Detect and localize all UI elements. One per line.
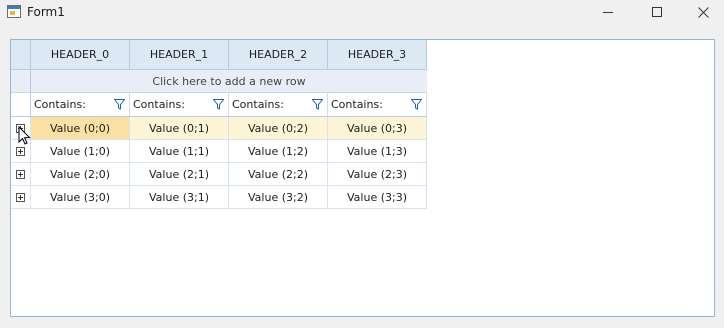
row-expand-button-2[interactable] bbox=[11, 163, 31, 186]
cell-value: Value (1;1) bbox=[149, 144, 209, 158]
minimize-icon bbox=[603, 12, 613, 13]
table-cell[interactable]: Value (0;2) bbox=[229, 117, 328, 140]
column-header-0[interactable]: HEADER_0 bbox=[31, 40, 130, 70]
table-cell[interactable]: Value (1;0) bbox=[31, 140, 130, 163]
table-cell[interactable]: Value (0;3) bbox=[328, 117, 427, 140]
table-cell[interactable]: Value (3;0) bbox=[31, 186, 130, 209]
filter-cell-0[interactable]: Contains: bbox=[31, 93, 130, 117]
cell-value: Value (2;1) bbox=[149, 167, 209, 181]
column-header-label: HEADER_1 bbox=[149, 48, 209, 61]
column-header-3[interactable]: HEADER_3 bbox=[328, 40, 427, 70]
form-app-icon bbox=[7, 5, 21, 18]
table-cell[interactable]: Value (3;3) bbox=[328, 186, 427, 209]
table-cell[interactable]: Value (2;3) bbox=[328, 163, 427, 186]
cell-value: Value (3;1) bbox=[149, 190, 209, 204]
filter-cell-2[interactable]: Contains: bbox=[229, 93, 328, 117]
new-row-label: Click here to add a new row bbox=[152, 74, 306, 88]
table-cell[interactable]: Value (0;0) bbox=[31, 117, 130, 140]
mouse-cursor-icon bbox=[18, 126, 31, 145]
filter-cell-1[interactable]: Contains: bbox=[130, 93, 229, 117]
cell-value: Value (3;0) bbox=[50, 190, 110, 204]
maximize-button[interactable] bbox=[634, 0, 680, 24]
table-cell[interactable]: Value (3;2) bbox=[229, 186, 328, 209]
table-cell[interactable]: Value (2;2) bbox=[229, 163, 328, 186]
table-cell[interactable]: Value (1;3) bbox=[328, 140, 427, 163]
column-header-1[interactable]: HEADER_1 bbox=[130, 40, 229, 70]
column-header-label: HEADER_2 bbox=[248, 48, 308, 61]
maximize-icon bbox=[652, 7, 662, 17]
cell-value: Value (2;0) bbox=[50, 167, 110, 181]
cell-value: Value (0;2) bbox=[248, 121, 308, 135]
expand-plus-icon[interactable] bbox=[16, 169, 25, 179]
cell-value: Value (3;2) bbox=[248, 190, 308, 204]
filter-cell-3[interactable]: Contains: bbox=[328, 93, 427, 117]
filter-operator-label: Contains: bbox=[34, 98, 86, 111]
cell-value: Value (2;2) bbox=[248, 167, 308, 181]
cell-value: Value (3;3) bbox=[347, 190, 407, 204]
new-row-prompt[interactable]: Click here to add a new row bbox=[31, 70, 427, 93]
cell-value: Value (1;0) bbox=[50, 144, 110, 158]
table-cell[interactable]: Value (2;0) bbox=[31, 163, 130, 186]
minimize-button[interactable] bbox=[586, 0, 630, 24]
new-row-indicator bbox=[11, 70, 31, 93]
cell-value: Value (0;3) bbox=[347, 121, 407, 135]
table-cell[interactable]: Value (3;1) bbox=[130, 186, 229, 209]
filter-funnel-icon[interactable] bbox=[213, 99, 224, 110]
form-client-area: HEADER_0 HEADER_1 HEADER_2 HEADER_3 Click he… bbox=[10, 39, 715, 317]
close-button[interactable] bbox=[680, 0, 724, 24]
table-cell[interactable]: Value (1;2) bbox=[229, 140, 328, 163]
filter-funnel-icon[interactable] bbox=[312, 99, 323, 110]
filter-operator-label: Contains: bbox=[133, 98, 185, 111]
table-cell[interactable]: Value (0;1) bbox=[130, 117, 229, 140]
expand-plus-icon[interactable] bbox=[16, 146, 25, 156]
column-header-2[interactable]: HEADER_2 bbox=[229, 40, 328, 70]
cell-value: Value (1;2) bbox=[248, 144, 308, 158]
row-header-corner bbox=[11, 40, 31, 70]
table-cell[interactable]: Value (1;1) bbox=[130, 140, 229, 163]
filter-row-indicator bbox=[11, 93, 31, 117]
cell-value: Value (1;3) bbox=[347, 144, 407, 158]
cell-value: Value (2;3) bbox=[347, 167, 407, 181]
column-header-label: HEADER_0 bbox=[50, 48, 110, 61]
column-header-label: HEADER_3 bbox=[347, 48, 407, 61]
expand-plus-icon[interactable] bbox=[16, 192, 25, 202]
title-bar: Form1 bbox=[0, 0, 724, 24]
filter-funnel-icon[interactable] bbox=[411, 99, 422, 110]
close-icon bbox=[697, 6, 709, 18]
filter-operator-label: Contains: bbox=[232, 98, 284, 111]
filter-operator-label: Contains: bbox=[331, 98, 383, 111]
window-title: Form1 bbox=[27, 5, 65, 19]
row-expand-button-3[interactable] bbox=[11, 186, 31, 209]
filter-funnel-icon[interactable] bbox=[114, 99, 125, 110]
cell-value: Value (0;1) bbox=[149, 121, 209, 135]
cell-value: Value (0;0) bbox=[50, 121, 110, 135]
table-cell[interactable]: Value (2;1) bbox=[130, 163, 229, 186]
